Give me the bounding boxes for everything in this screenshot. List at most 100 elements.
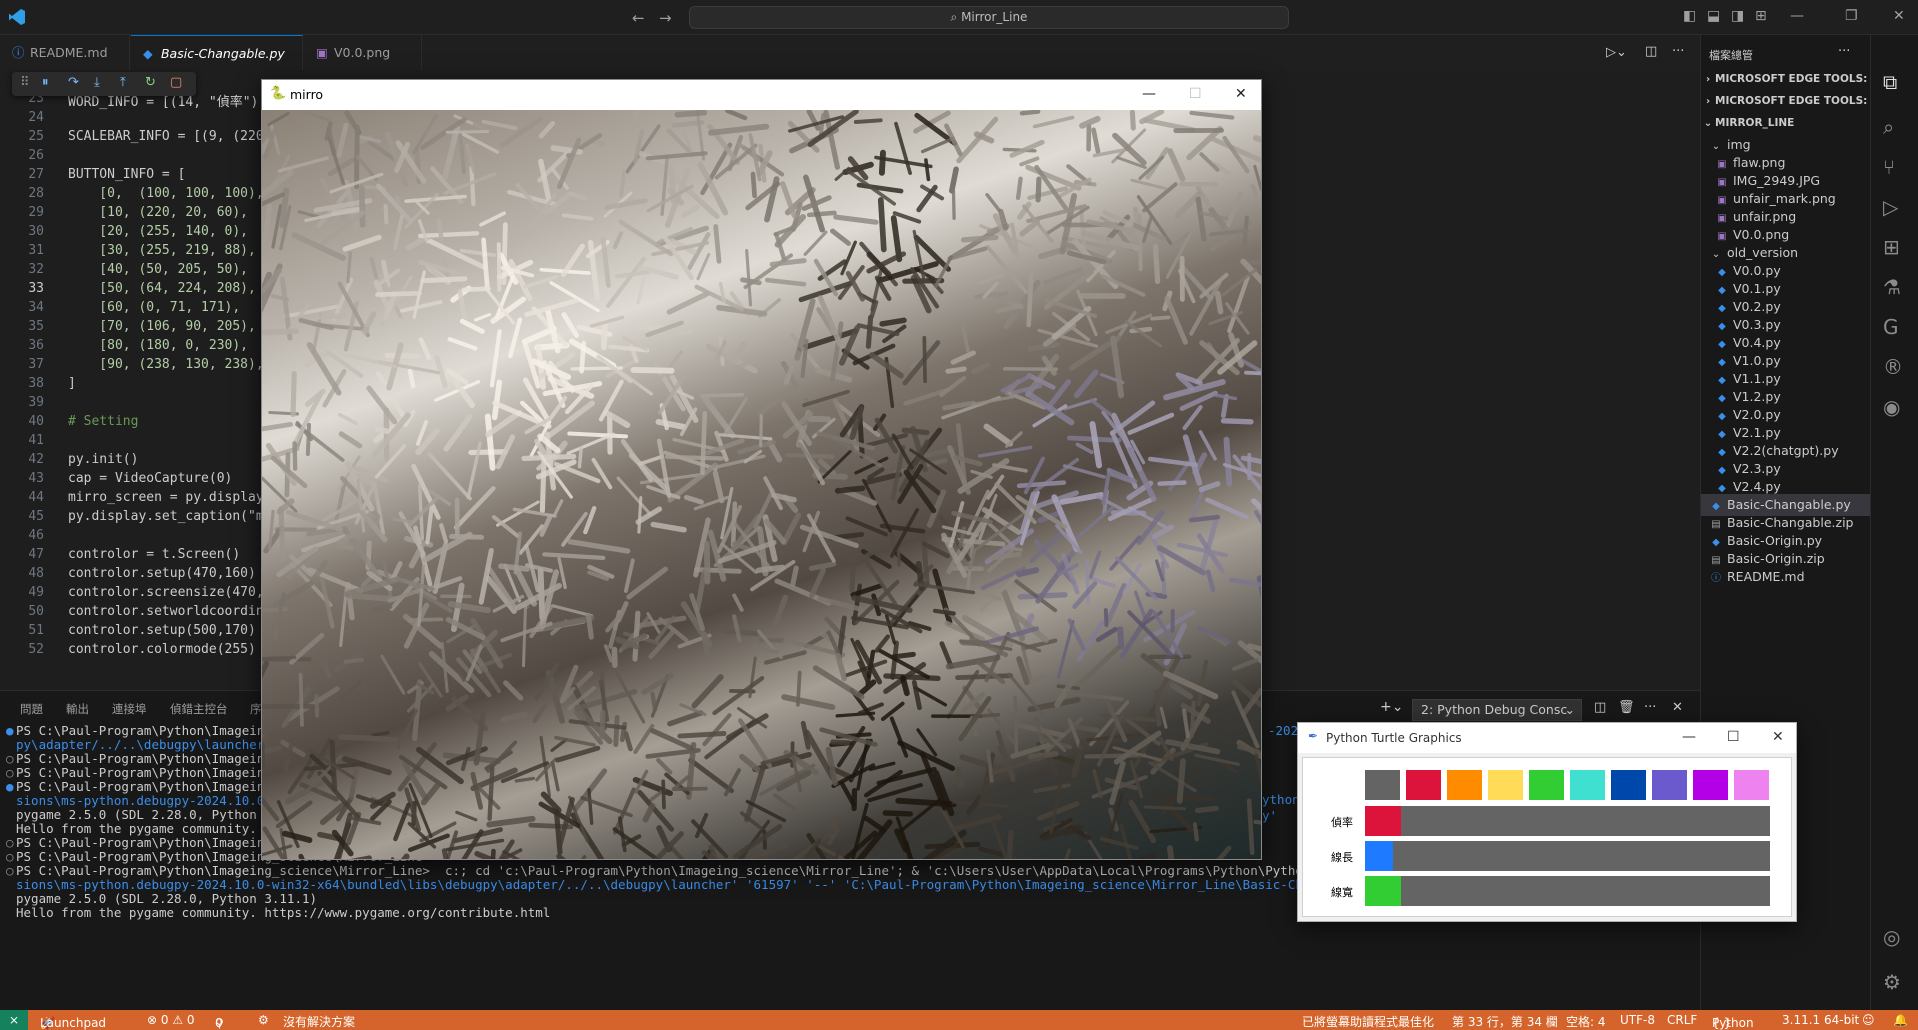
remote-indicator-icon[interactable]: ⨯ bbox=[0, 1010, 28, 1030]
screen-reader-optimized[interactable]: 已將螢幕助讀程式最佳化 bbox=[1302, 1013, 1434, 1030]
no-solution-item[interactable]: 沒有解決方案 bbox=[283, 1013, 355, 1030]
code-line[interactable]: [20, (255, 140, 0), bbox=[68, 224, 248, 239]
testing-icon[interactable]: ⚗ bbox=[1883, 275, 1901, 299]
command-center-search[interactable]: ⌕ Mirror_Line bbox=[689, 6, 1289, 29]
turtle-canvas[interactable]: 偵率 線長 線寬 bbox=[1302, 757, 1792, 917]
tab-readme[interactable]: ⓘ README.md bbox=[0, 35, 130, 70]
color-swatch-button[interactable] bbox=[1570, 770, 1605, 800]
cursor-position[interactable]: 第 33 行，第 34 欄 bbox=[1452, 1013, 1558, 1030]
code-line[interactable]: [50, (64, 224, 208), bbox=[68, 281, 256, 296]
drag-handle-icon[interactable]: ⠿ bbox=[20, 75, 30, 90]
code-line[interactable]: # Setting bbox=[68, 414, 138, 429]
trash-icon[interactable]: 🗑 bbox=[1618, 700, 1635, 715]
code-line[interactable]: mirro_screen = py.display bbox=[68, 490, 264, 505]
code-line[interactable]: controlor.setworldcoordin bbox=[68, 604, 264, 619]
command-status-dot-icon[interactable]: ○ bbox=[6, 765, 16, 780]
split-editor-icon[interactable]: ◫ bbox=[1645, 44, 1657, 59]
pygame-window[interactable]: 🐍 mirro — ☐ ✕ bbox=[261, 79, 1262, 860]
panel-tab-terminal[interactable]: 序 bbox=[250, 701, 262, 717]
code-line[interactable]: controlor.screensize(470, bbox=[68, 585, 264, 600]
color-swatch-button[interactable] bbox=[1447, 770, 1482, 800]
color-swatch-button[interactable] bbox=[1652, 770, 1687, 800]
more-actions-icon[interactable]: ··· bbox=[1672, 44, 1684, 59]
close-window-icon[interactable]: ✕ bbox=[1893, 8, 1905, 24]
toggle-primary-sidebar-icon[interactable]: ◧ bbox=[1683, 8, 1696, 24]
code-line[interactable]: py.display.set_caption("m bbox=[68, 509, 264, 524]
code-line[interactable]: [80, (180, 0, 230), bbox=[68, 338, 248, 353]
code-line[interactable]: [70, (106, 90, 205), bbox=[68, 319, 256, 334]
code-line[interactable]: [40, (50, 205, 50), bbox=[68, 262, 248, 277]
pygame-title-bar[interactable]: 🐍 mirro — ☐ ✕ bbox=[262, 80, 1261, 110]
minimize-icon[interactable]: — bbox=[1682, 729, 1696, 745]
customize-layout-icon[interactable]: ⊞ bbox=[1755, 8, 1767, 24]
pause-icon[interactable]: ⏸ bbox=[42, 75, 49, 90]
code-line[interactable]: py.init() bbox=[68, 452, 138, 467]
code-line[interactable]: BUTTON_INFO = [ bbox=[68, 167, 185, 182]
account-icon[interactable]: ◎ bbox=[1883, 925, 1900, 949]
copilot-icon[interactable]: ☺ bbox=[1862, 1013, 1875, 1027]
panel-tab-output[interactable]: 輸出 bbox=[66, 701, 89, 717]
panel-tab-debug-console[interactable]: 偵錯主控台 bbox=[170, 701, 228, 717]
color-swatch-button[interactable] bbox=[1365, 770, 1400, 800]
code-line[interactable]: [90, (238, 130, 238), bbox=[68, 357, 263, 372]
python-interpreter[interactable]: 3.11.1 64-bit bbox=[1782, 1013, 1859, 1027]
code-line[interactable]: controlor = t.Screen() bbox=[68, 547, 240, 562]
settings-gear-icon[interactable]: ⚙ bbox=[1883, 970, 1901, 994]
code-line[interactable]: SCALEBAR_INFO = [(9, (220 bbox=[68, 129, 264, 144]
code-line[interactable]: [30, (255, 219, 88), bbox=[68, 243, 256, 258]
minimize-icon[interactable]: — bbox=[1790, 8, 1804, 24]
more-icon[interactable]: ··· bbox=[1644, 700, 1656, 715]
close-icon[interactable]: ✕ bbox=[1772, 729, 1784, 745]
indentation[interactable]: 空格: 4 bbox=[1566, 1013, 1606, 1030]
step-out-icon[interactable]: ⤒ bbox=[120, 75, 126, 90]
debug-icon[interactable]: ⚙ bbox=[258, 1013, 269, 1027]
restore-icon[interactable]: ❐ bbox=[1845, 8, 1858, 24]
command-status-dot-icon[interactable]: ● bbox=[6, 779, 16, 794]
split-terminal-icon[interactable]: ◫ bbox=[1594, 700, 1606, 715]
slider-track[interactable] bbox=[1365, 841, 1770, 871]
remote-icon[interactable]: ® bbox=[1883, 355, 1903, 379]
code-line[interactable]: [0, (100, 100, 100), bbox=[68, 186, 263, 201]
color-swatch-button[interactable] bbox=[1488, 770, 1523, 800]
explorer-icon[interactable]: ⧉ bbox=[1883, 70, 1897, 94]
color-swatch-button[interactable] bbox=[1734, 770, 1769, 800]
color-swatch-button[interactable] bbox=[1693, 770, 1728, 800]
step-over-icon[interactable]: ↷ bbox=[68, 75, 79, 90]
tab-v00-png[interactable]: ▣ V0.0.png bbox=[304, 35, 422, 70]
panel-tab-problems[interactable]: 問題 bbox=[20, 701, 43, 717]
section-mirror-line[interactable]: ⌄ MIRROR_LINE bbox=[1701, 112, 1871, 134]
forward-arrow-icon[interactable]: → bbox=[659, 9, 672, 27]
command-status-dot-icon[interactable]: ○ bbox=[6, 751, 16, 766]
gitlens-icon[interactable]: G bbox=[1883, 315, 1899, 339]
run-debug-icon[interactable]: ▷ bbox=[1883, 195, 1898, 219]
toggle-panel-icon[interactable]: ⬓ bbox=[1707, 8, 1720, 24]
source-control-icon[interactable]: ⑂ bbox=[1883, 155, 1895, 179]
color-swatch-button[interactable] bbox=[1406, 770, 1441, 800]
section-edge-tools-2[interactable]: › MICROSOFT EDGE TOOLS: ... bbox=[1701, 90, 1883, 112]
command-status-dot-icon[interactable]: ● bbox=[6, 723, 16, 738]
maximize-icon[interactable]: ☐ bbox=[1727, 729, 1740, 745]
slider-track[interactable] bbox=[1365, 806, 1770, 836]
code-line[interactable]: [10, (220, 20, 60), bbox=[68, 205, 248, 220]
command-status-dot-icon[interactable]: ○ bbox=[6, 849, 16, 864]
stop-icon[interactable]: ▢ bbox=[170, 75, 182, 90]
turtle-graphics-window[interactable]: ✒ Python Turtle Graphics — ☐ ✕ 偵率 線長 線寬 bbox=[1297, 722, 1797, 922]
code-line[interactable]: controlor.colormode(255) bbox=[68, 642, 256, 657]
code-line[interactable]: [60, (0, 71, 171), bbox=[68, 300, 240, 315]
color-swatch-button[interactable] bbox=[1529, 770, 1564, 800]
minimize-icon[interactable]: — bbox=[1142, 86, 1156, 102]
toggle-secondary-sidebar-icon[interactable]: ◨ bbox=[1731, 8, 1744, 24]
notifications-bell-icon[interactable]: 🔔 bbox=[1893, 1013, 1908, 1027]
terminal-selector[interactable]: 2: Python Debug Consc ⌄ bbox=[1412, 699, 1582, 721]
back-arrow-icon[interactable]: ← bbox=[632, 9, 645, 27]
code-line[interactable]: ] bbox=[68, 376, 76, 391]
new-terminal-icon[interactable]: +⌄ bbox=[1380, 699, 1403, 715]
close-icon[interactable]: ✕ bbox=[1235, 86, 1247, 102]
command-status-dot-icon[interactable]: ○ bbox=[6, 835, 16, 850]
color-swatch-button[interactable] bbox=[1611, 770, 1646, 800]
encoding[interactable]: UTF-8 bbox=[1620, 1013, 1655, 1027]
code-line[interactable]: cap = VideoCapture(0) bbox=[68, 471, 232, 486]
search-icon[interactable]: ⌕ bbox=[1883, 115, 1894, 139]
run-icon[interactable]: ▷⌄ bbox=[1606, 45, 1627, 60]
explorer-more-icon[interactable]: ··· bbox=[1838, 44, 1850, 59]
